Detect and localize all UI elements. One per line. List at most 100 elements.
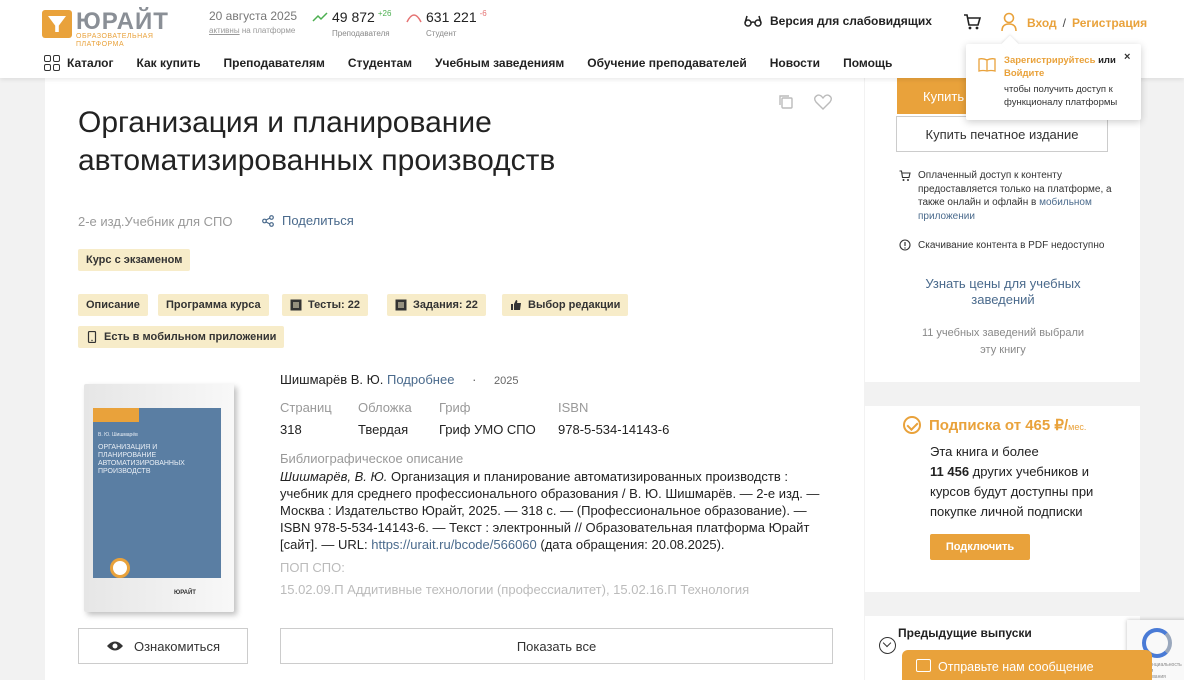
main-nav: Каталог Как купить Преподавателям Студен…: [44, 55, 915, 71]
book-title: Организация и планирование автоматизиров…: [78, 106, 556, 177]
cart-small-icon: [899, 170, 911, 181]
bibliography-url[interactable]: https://urait.ru/bcode/566060: [371, 537, 537, 552]
tab-editors-choice[interactable]: Выбор редакции: [502, 294, 629, 316]
eye-icon: [106, 641, 123, 651]
check-circle-icon: [903, 416, 921, 434]
show-all-button[interactable]: Показать все: [280, 628, 833, 664]
author-line: Шишмарёв В. Ю. Подробнее · 2025: [280, 372, 519, 387]
logo-icon: [42, 10, 72, 38]
author-name: Шишмарёв В. Ю.: [280, 372, 384, 387]
pdf-note: Скачивание контента в PDF недоступно: [918, 240, 1105, 251]
preview-button[interactable]: Ознакомиться: [78, 628, 248, 664]
nav-item-teacher-training[interactable]: Обучение преподавателей: [587, 56, 746, 70]
chevron-down-icon[interactable]: [879, 637, 896, 654]
thumbs-up-icon: [511, 300, 521, 310]
meta-value-grif: Гриф УМО СПО: [439, 422, 536, 437]
author-dot: ·: [472, 372, 477, 387]
tab-course-program[interactable]: Программа курса: [158, 294, 269, 316]
glasses-icon: [744, 15, 762, 27]
tab-assignments[interactable]: Задания: 22: [387, 294, 486, 316]
pop-header: ПОП СПО:: [280, 560, 345, 575]
meta-value-isbn: 978-5-534-14143-6: [558, 422, 670, 437]
institution-prices-link[interactable]: Узнать цены для учебных заведений: [905, 276, 1101, 308]
meta-value-pages: 318: [280, 422, 302, 437]
share-button[interactable]: Поделиться: [262, 213, 354, 228]
access-note: Оплаченный доступ к контенту предоставля…: [918, 170, 1112, 222]
nav-item-how-to-buy[interactable]: Как купить: [137, 56, 201, 70]
info-icon: [899, 239, 911, 251]
nav-item-institutions[interactable]: Учебным заведениям: [435, 56, 564, 70]
logo-subtitle: образовательная платформа: [76, 33, 154, 48]
user-icon[interactable]: [1001, 12, 1017, 32]
cover-badge-icon: [110, 558, 130, 578]
pop-text: 15.02.09.П Аддитивные технологии (профес…: [280, 582, 750, 597]
popup-register-link[interactable]: Зарегистрируйтесь: [1004, 55, 1095, 66]
meta-value-cover: Твердая: [358, 422, 409, 437]
cover-title: Организация и планирование автоматизиров…: [98, 444, 185, 475]
nav-item-news[interactable]: Новости: [770, 56, 820, 70]
cart-icon[interactable]: [963, 14, 981, 30]
meta-header-isbn: ISBN: [558, 400, 589, 415]
subscription-title: Подписка от 465 ₽/мес.: [929, 417, 1087, 434]
open-book-icon: [978, 58, 996, 72]
sidebar: Купить Купить печатное издание Оплаченны…: [865, 78, 1140, 680]
logo-title: ЮРАЙТ: [76, 8, 169, 35]
nav-item-students[interactable]: Студентам: [348, 56, 412, 70]
accessibility-label: Версия для слабовидящих: [770, 14, 932, 28]
nav-item-help[interactable]: Помощь: [843, 56, 892, 70]
cover-publisher: ЮРАЙТ: [174, 590, 196, 596]
subscription-text: Эта книга и более 11 456 других учебников…: [930, 444, 1094, 519]
book-edition: 2-е изд.Учебник для СПО: [78, 214, 233, 229]
students-stat: 631 221 -6 Студент: [406, 9, 487, 38]
nav-item-catalog[interactable]: Каталог: [67, 56, 114, 70]
accessibility-link[interactable]: Версия для слабовидящих: [744, 14, 932, 28]
list-icon: [395, 299, 407, 311]
message-icon: [916, 659, 931, 672]
mobile-app-tag[interactable]: Есть в мобильном приложении: [78, 326, 285, 348]
send-message-button[interactable]: Отправьте нам сообщение: [902, 650, 1152, 680]
bibliography-text: Шишмарёв, В. Ю. Организация и планирован…: [280, 469, 820, 552]
copy-icon[interactable]: [778, 94, 794, 110]
tab-description[interactable]: Описание: [78, 294, 148, 316]
close-icon[interactable]: ×: [1124, 51, 1130, 63]
date-block: 20 августа 2025 активны на платформе: [209, 9, 297, 35]
trend-down-icon: [406, 14, 422, 23]
meta-header-cover: Обложка: [358, 400, 412, 415]
popup-or: или: [1095, 55, 1116, 66]
book-cover[interactable]: В. Ю. Шишмарёв Организация и планировани…: [84, 384, 242, 616]
meta-header-pages: Страниц: [280, 400, 332, 415]
current-date: 20 августа 2025: [209, 9, 298, 23]
share-icon: [262, 214, 274, 227]
institution-count: 11 учебных заведений выбрали эту книгу: [921, 327, 1085, 356]
teachers-stat: 49 872 +26 Преподавателя: [312, 9, 392, 38]
subscribe-button[interactable]: Подключить: [930, 534, 1030, 560]
active-suffix: на платформе: [241, 26, 296, 35]
trend-up-icon: [312, 12, 328, 22]
cover-author: В. Ю. Шишмарёв: [98, 432, 138, 438]
course-exam-tag: Курс с экзаменом: [78, 249, 191, 271]
teachers-label: Преподавателя: [332, 29, 390, 38]
nav-item-teachers[interactable]: Преподавателям: [224, 56, 325, 70]
buy-print-button[interactable]: Купить печатное издание: [896, 116, 1108, 152]
teachers-count: 49 872: [332, 9, 375, 25]
bibliography-header: Библиографическое описание: [280, 451, 464, 466]
meta-header-grif: Гриф: [439, 400, 471, 415]
teachers-delta: +26: [377, 9, 392, 18]
popup-login-link[interactable]: Войдите: [1004, 68, 1044, 79]
book-card: Организация и планирование автоматизиров…: [45, 78, 864, 680]
heart-icon[interactable]: [814, 94, 832, 110]
active-link[interactable]: активны: [209, 26, 240, 35]
students-delta: -6: [479, 9, 487, 18]
book-year: 2025: [494, 375, 519, 387]
students-count: 631 221: [426, 9, 477, 25]
register-link[interactable]: Регистрация: [1072, 16, 1147, 30]
author-more-link[interactable]: Подробнее: [387, 372, 454, 387]
login-popup: Зарегистрируйтесь или Войдите чтобы полу…: [966, 44, 1141, 120]
login-link[interactable]: Вход: [1027, 16, 1057, 30]
login-separator: /: [1062, 16, 1067, 30]
previous-issues-title: Предыдущие выпуски: [898, 626, 1032, 640]
logo[interactable]: ЮРАЙТ образовательная платформа: [42, 8, 172, 48]
share-label: Поделиться: [282, 213, 354, 228]
list-icon: [290, 299, 302, 311]
tab-tests[interactable]: Тесты: 22: [282, 294, 368, 316]
